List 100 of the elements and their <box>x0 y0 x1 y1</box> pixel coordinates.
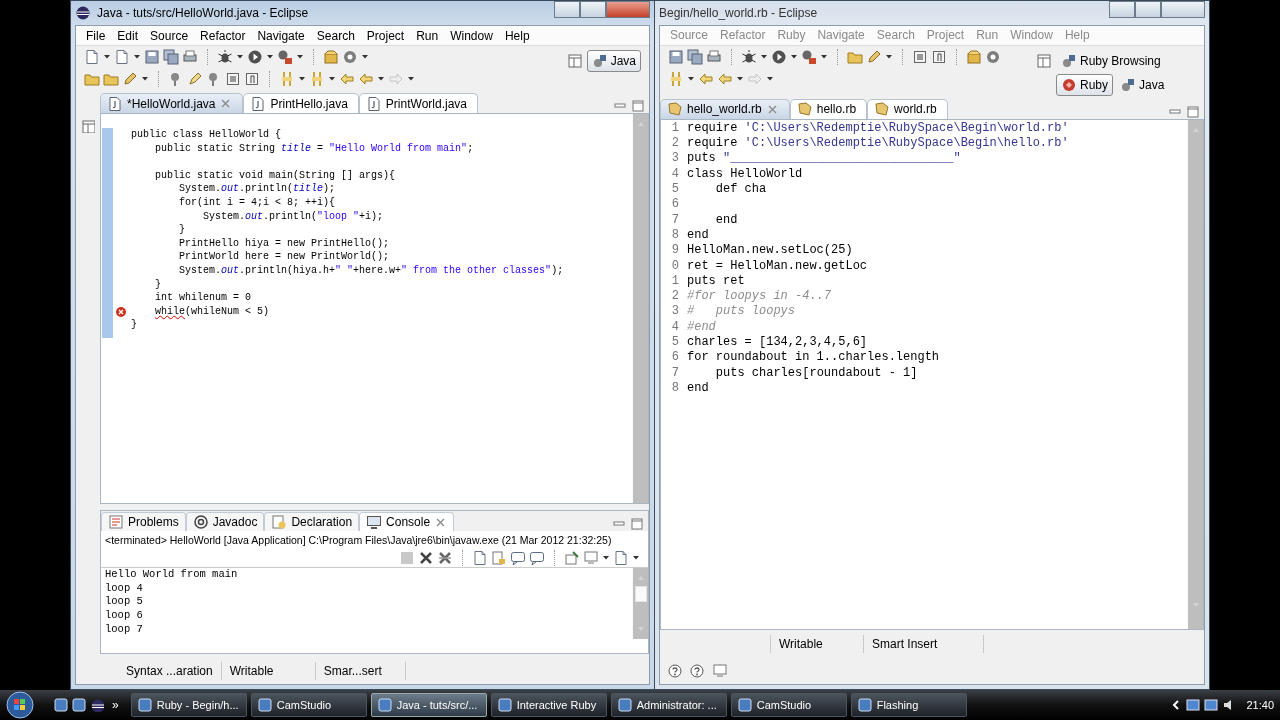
maximize-icon[interactable] <box>631 99 645 113</box>
new-file-icon[interactable] <box>613 550 629 567</box>
menu-item[interactable]: Navigate <box>251 26 311 45</box>
taskbar-button[interactable]: Java - tuts/src/... <box>370 693 487 717</box>
save-all-icon[interactable] <box>163 49 179 65</box>
editor-tab[interactable]: world.rb <box>867 98 948 119</box>
folder-icon[interactable] <box>84 71 100 87</box>
view-tab[interactable]: Console <box>359 512 455 532</box>
menu-item[interactable]: Search <box>870 26 921 45</box>
menu-item[interactable]: Window <box>1004 26 1059 45</box>
package-icon[interactable] <box>966 48 982 65</box>
editor-tab[interactable]: PrintHello.java <box>243 93 359 113</box>
code-line: while(whileNum < 5) <box>154 304 270 319</box>
help-icon[interactable] <box>690 664 704 679</box>
open-perspective-icon[interactable] <box>566 53 583 69</box>
speech-bubble-icon[interactable] <box>510 550 526 567</box>
java-file-icon <box>365 95 382 112</box>
taskbar-button[interactable]: Administrator: ... <box>610 693 727 717</box>
minimize-button[interactable] <box>1109 1 1135 18</box>
perspective-button[interactable]: Java <box>1115 73 1170 96</box>
taskbar-button[interactable]: CamStudio <box>250 693 367 717</box>
code-line: end <box>687 227 709 244</box>
perspective-button[interactable]: Ruby Browsing <box>1056 49 1166 72</box>
editor-tab[interactable]: hello.rb <box>789 98 868 119</box>
taskbar-button[interactable]: Flashing <box>850 693 967 717</box>
menu-item[interactable]: Source <box>664 26 715 45</box>
taskbar-button[interactable]: CamStudio <box>730 693 847 717</box>
start-button[interactable] <box>6 691 34 719</box>
maximize-button[interactable] <box>580 1 606 18</box>
print-icon[interactable] <box>706 48 722 65</box>
block-icon[interactable] <box>225 71 241 87</box>
switch-windows-icon[interactable] <box>72 698 86 712</box>
menu-item[interactable]: Source <box>144 26 195 45</box>
view-tab[interactable]: Problems <box>101 512 186 532</box>
menu-item[interactable]: Edit <box>111 26 145 45</box>
clock[interactable]: 21:40 <box>1246 696 1274 714</box>
tray-icon[interactable] <box>1186 698 1201 712</box>
external-tools-icon[interactable] <box>801 48 817 65</box>
close-button[interactable] <box>1161 1 1205 18</box>
taskbar-button[interactable]: Ruby - Begin/h... <box>130 693 247 717</box>
status-field: Smar...sert <box>315 662 406 680</box>
debug-icon[interactable] <box>741 48 757 65</box>
open-perspective-icon[interactable] <box>1036 52 1052 69</box>
status-field: Syntax ...aration <box>118 662 222 680</box>
maximize-icon[interactable] <box>1186 104 1200 119</box>
tray-icon[interactable] <box>1204 698 1219 712</box>
minimize-button[interactable] <box>554 1 580 18</box>
package-icon[interactable] <box>323 49 339 65</box>
code-line: } <box>178 223 186 237</box>
new-file-icon[interactable] <box>472 550 488 567</box>
save-icon[interactable] <box>144 49 160 65</box>
editor-tab[interactable]: *HelloWorld.java <box>100 93 244 113</box>
highlighter-icon[interactable] <box>187 71 203 87</box>
menu-item[interactable]: Window <box>444 26 499 45</box>
help-icon[interactable] <box>668 664 682 679</box>
folder-icon[interactable] <box>103 71 119 87</box>
menu-item[interactable]: Ruby <box>771 26 812 45</box>
menu-item[interactable]: Help <box>498 26 536 45</box>
external-tools-icon[interactable] <box>277 49 293 65</box>
block-icon[interactable] <box>912 48 928 65</box>
pencil-icon[interactable] <box>866 48 882 65</box>
print-icon[interactable] <box>182 49 198 65</box>
maximize-button[interactable] <box>1135 1 1161 18</box>
editor-tab[interactable]: PrintWorld.java <box>358 93 478 113</box>
maximize-icon[interactable] <box>630 517 644 532</box>
menu-item[interactable]: Refactor <box>194 26 252 45</box>
taskbar-button[interactable]: Interactive Ruby <box>490 693 607 717</box>
perspective-button[interactable]: Ruby <box>1056 73 1113 96</box>
debug-icon[interactable] <box>217 49 233 65</box>
restore-icon[interactable] <box>81 119 95 133</box>
gear-icon[interactable] <box>342 49 358 65</box>
code-line: require 'C:\Users\Redemptie\RubySpace\Begin\hello.rb' <box>687 136 1069 152</box>
code-line: charles = [134,2,3,4,5,6] <box>687 335 868 351</box>
menu-item[interactable]: Project <box>920 26 971 45</box>
line-number: 1 <box>670 273 680 290</box>
quick-launch-more[interactable]: » <box>112 696 119 714</box>
show-desktop-icon[interactable] <box>54 698 68 712</box>
line-number: 0 <box>670 258 680 274</box>
menu-item[interactable]: Search <box>310 26 361 45</box>
pin-console-icon[interactable] <box>564 550 580 567</box>
perspective-button[interactable]: Java <box>586 50 641 72</box>
view-tab[interactable]: Javadoc <box>185 512 265 532</box>
editor-tab[interactable]: hello_world.rb <box>660 98 790 119</box>
run-icon[interactable] <box>771 48 787 65</box>
new-file-icon[interactable] <box>84 49 100 65</box>
new-file-icon[interactable] <box>114 49 130 65</box>
menu-item[interactable]: Run <box>410 26 445 45</box>
pencil-icon[interactable] <box>122 71 138 87</box>
view-tab[interactable]: Declaration <box>264 512 360 532</box>
speech-bubble-icon[interactable] <box>529 550 545 567</box>
save-all-icon[interactable] <box>687 48 703 65</box>
code-line: class HelloWorld <box>687 166 803 183</box>
close-button[interactable] <box>606 1 650 18</box>
gear-icon[interactable] <box>985 48 1001 65</box>
menu-item[interactable]: File <box>80 26 112 45</box>
save-icon[interactable] <box>668 48 684 65</box>
menu-item[interactable]: Project <box>360 26 411 45</box>
scroll-thumb[interactable] <box>634 586 647 603</box>
line-number: 8 <box>670 227 680 244</box>
run-icon[interactable] <box>247 49 263 65</box>
